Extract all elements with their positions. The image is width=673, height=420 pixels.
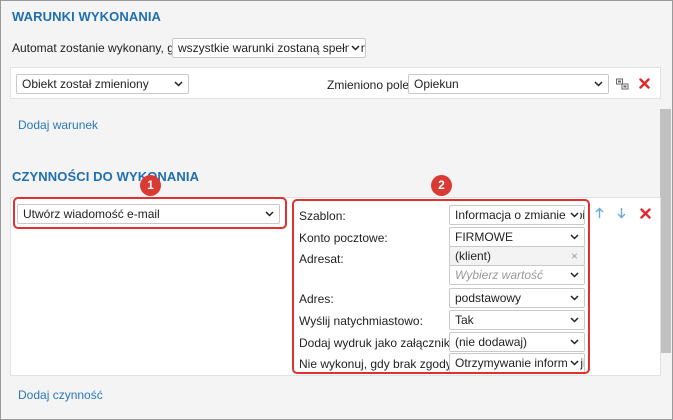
badge-1: 1 [140, 175, 161, 196]
add-action-link[interactable]: Dodaj czynność [18, 388, 103, 402]
highlight-action-type [13, 197, 287, 229]
arrow-up-icon[interactable] [593, 206, 605, 220]
automation-editor: WARUNKI WYKONANIA Automat zostanie wykon… [0, 0, 673, 420]
automat-condition-select[interactable]: wszystkie warunki zostaną spełnione [172, 38, 366, 58]
actions-title: CZYNNOŚCI DO WYKONANIA [12, 169, 200, 184]
chevron-down-icon [592, 75, 604, 93]
add-condition-link[interactable]: Dodaj warunek [18, 118, 98, 132]
chevron-down-icon [349, 39, 361, 57]
automat-condition-value: wszystkie warunki zostaną spełnione [178, 41, 366, 55]
chevron-down-icon [172, 75, 184, 93]
condition-field-value: Opiekun [414, 77, 459, 91]
arrow-down-icon[interactable] [615, 206, 627, 220]
delete-action-icon[interactable] [638, 206, 652, 220]
highlight-action-fields [292, 199, 590, 374]
filter-settings-icon[interactable] [615, 77, 629, 91]
condition-object-value: Obiekt został zmieniony [22, 77, 149, 91]
delete-condition-icon[interactable] [637, 76, 651, 90]
condition-field-select[interactable]: Opiekun [408, 74, 609, 94]
scrollbar-thumb[interactable] [660, 109, 671, 353]
automat-label: Automat zostanie wykonany, gdy [12, 41, 187, 55]
field-label: Zmieniono pole: [327, 78, 413, 92]
badge-2: 2 [431, 175, 452, 196]
conditions-title: WARUNKI WYKONANIA [12, 9, 162, 24]
condition-object-select[interactable]: Obiekt został zmieniony [16, 74, 189, 94]
